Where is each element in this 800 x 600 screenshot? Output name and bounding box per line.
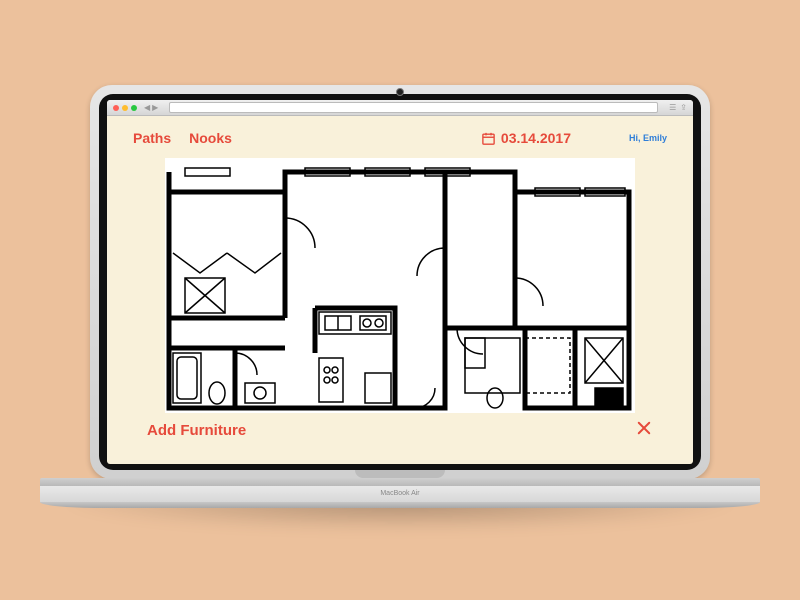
forward-icon[interactable]: ▶ [152,103,158,112]
window-close-icon[interactable] [113,105,119,111]
date-text: 03.14.2017 [501,130,571,146]
bezel: ◀ ▶ ☰ ⇪ Paths Nooks [99,94,701,470]
screen: ◀ ▶ ☰ ⇪ Paths Nooks [107,100,693,464]
app-canvas: Paths Nooks [107,116,693,464]
url-bar[interactable] [169,102,658,113]
device-label: MacBook Air [380,490,419,497]
window-minimize-icon[interactable] [122,105,128,111]
calendar-icon [481,131,496,146]
laptop: ◀ ▶ ☰ ⇪ Paths Nooks [90,85,710,508]
add-furniture-button[interactable]: Add Furniture [147,422,246,439]
back-icon[interactable]: ◀ [144,103,150,112]
top-bar: Paths Nooks [133,126,667,150]
close-icon[interactable] [635,419,653,442]
laptop-lid: ◀ ▶ ☰ ⇪ Paths Nooks [90,85,710,479]
window-zoom-icon[interactable] [131,105,137,111]
floorplan[interactable] [165,158,635,413]
trackpad-notch-icon [355,470,445,478]
floorplan-container [133,158,667,413]
laptop-base: MacBook Air [40,478,760,508]
date-display[interactable]: 03.14.2017 [481,130,571,146]
tab-nooks[interactable]: Nooks [189,130,232,146]
reader-icon[interactable]: ☰ [669,103,676,112]
desk-background: ◀ ▶ ☰ ⇪ Paths Nooks [0,0,800,600]
browser-chrome: ◀ ▶ ☰ ⇪ [107,100,693,116]
webcam-icon [396,88,404,96]
user-greeting[interactable]: Hi, Emily [629,133,667,143]
share-icon[interactable]: ⇪ [680,103,687,112]
bottom-bar: Add Furniture [133,419,667,442]
tab-paths[interactable]: Paths [133,130,171,146]
